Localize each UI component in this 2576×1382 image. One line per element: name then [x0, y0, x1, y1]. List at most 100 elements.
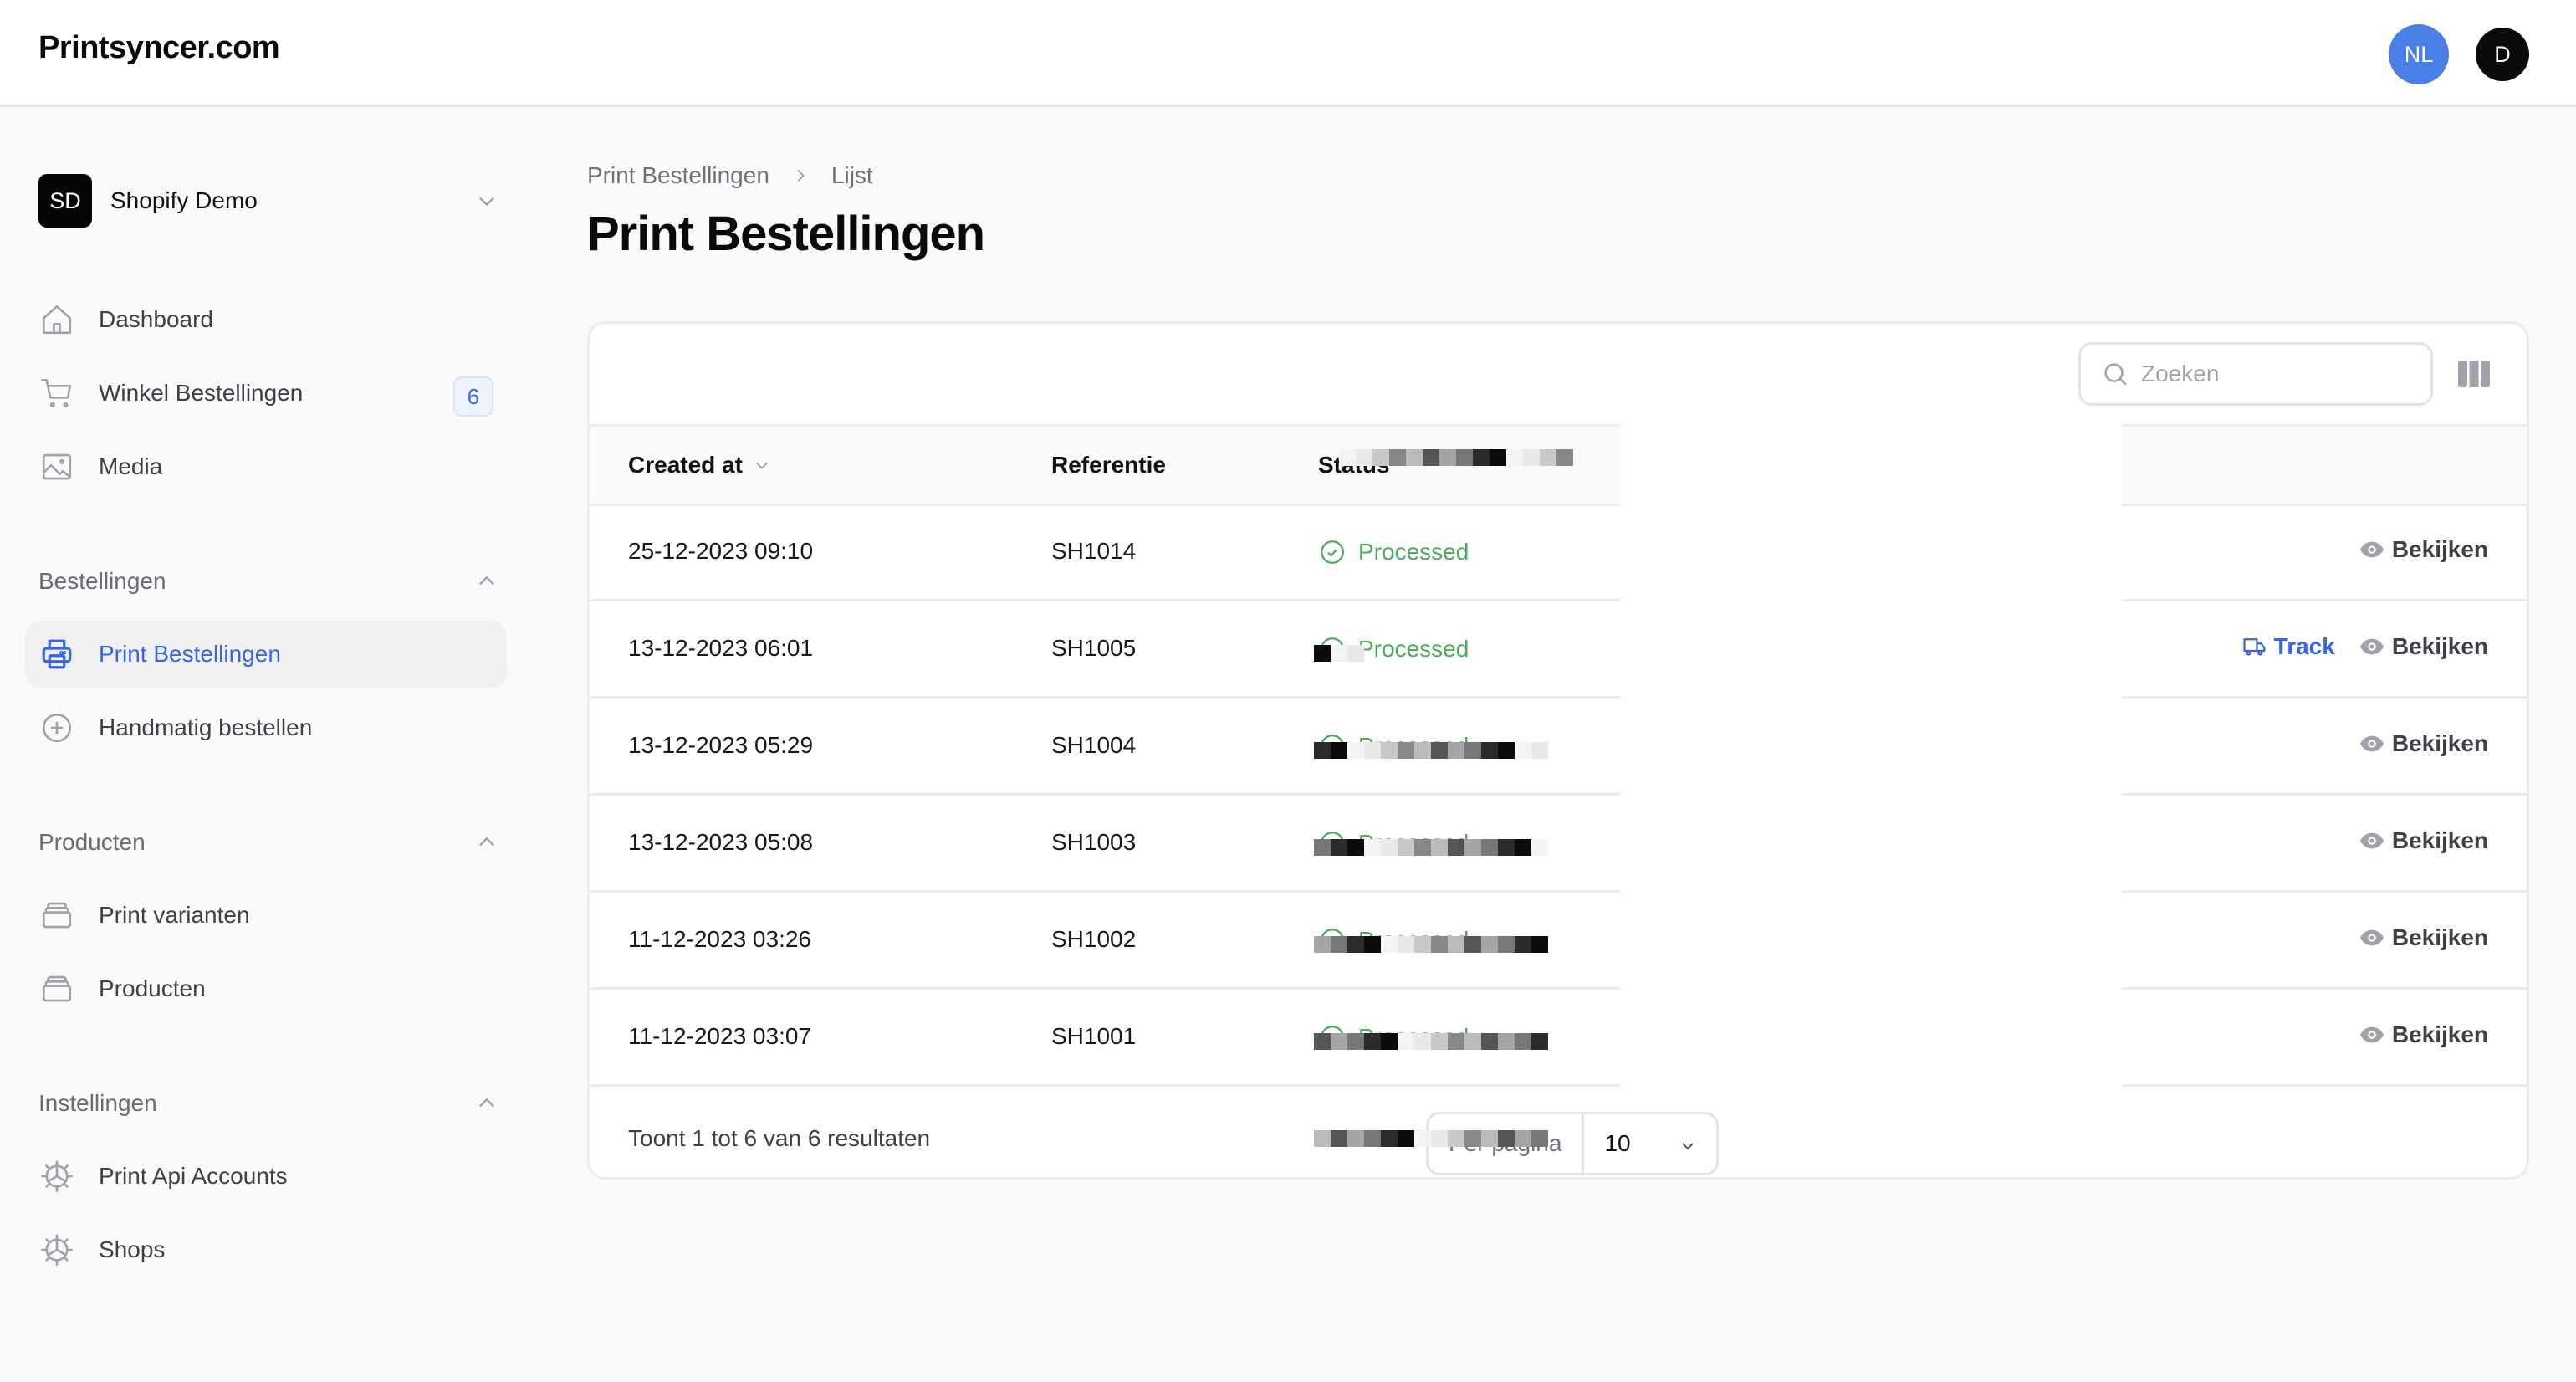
- table-row: 11-12-2023 03:07SH1001ProcessedBekijken: [590, 991, 2527, 1087]
- eye-icon: [2359, 638, 2384, 655]
- shop-avatar: SD: [38, 174, 92, 228]
- columns-toggle-icon[interactable]: [2458, 361, 2490, 387]
- column-header-created-at[interactable]: Created at: [628, 452, 771, 479]
- table-row: 25-12-2023 09:10 SH1014 Processed Bekijken: [590, 506, 2527, 601]
- language-avatar-label: NL: [2404, 41, 2434, 67]
- sidebar-group-label: Producten: [38, 829, 146, 855]
- view-button[interactable]: Bekijken: [2359, 924, 2488, 951]
- chevron-right-icon: [797, 169, 805, 182]
- home-icon: [38, 301, 75, 338]
- sidebar-group-instellingen[interactable]: Instellingen: [38, 1083, 498, 1124]
- sidebar-group-bestellingen[interactable]: Bestellingen: [38, 560, 498, 602]
- search-input[interactable]: [2141, 361, 2409, 387]
- reference-cell: SH1002: [1051, 926, 1137, 952]
- sidebar-item-label: Handmatig bestellen: [99, 714, 313, 740]
- results-summary: Toont 1 tot 6 van 6 resultaten: [628, 1125, 931, 1151]
- eye-icon: [2359, 541, 2384, 558]
- view-button[interactable]: Bekijken: [2359, 536, 2488, 563]
- search-field[interactable]: [2078, 342, 2433, 406]
- view-label: Bekijken: [2391, 1021, 2488, 1047]
- chevron-down-icon: [1682, 1143, 1694, 1150]
- reference-cell: SH1014: [1051, 538, 1137, 564]
- sidebar-item-label: Print Bestellingen: [99, 641, 281, 667]
- shop-name: Shopify Demo: [110, 187, 258, 213]
- view-button[interactable]: Bekijken: [2359, 633, 2488, 660]
- truck-icon: [2243, 638, 2266, 656]
- brand-logo[interactable]: Printsyncer.com: [38, 30, 280, 66]
- language-avatar[interactable]: NL: [2389, 24, 2449, 84]
- chevron-up-icon: [479, 1098, 494, 1108]
- eye-icon: [2359, 1026, 2384, 1043]
- sidebar-item-print-api-accounts[interactable]: Print Api Accounts: [25, 1143, 507, 1210]
- image-icon: [38, 448, 75, 485]
- table-row: 13-12-2023 05:29SH1004ProcessedBekijken: [590, 700, 2527, 796]
- per-page-select[interactable]: 10: [1584, 1114, 1716, 1173]
- cog-icon: [38, 1158, 75, 1195]
- sidebar-item-label: Shops: [99, 1236, 166, 1262]
- row-actions: Bekijken: [2359, 1021, 2488, 1048]
- sidebar-item-label: Media: [99, 453, 163, 479]
- sidebar-group-label: Bestellingen: [38, 568, 166, 594]
- view-button[interactable]: Bekijken: [2359, 1021, 2488, 1048]
- eye-icon: [2359, 929, 2384, 946]
- row-actions: Bekijken: [2359, 730, 2488, 757]
- eye-icon: [2359, 735, 2384, 752]
- sidebar-item-media[interactable]: Media: [25, 433, 507, 500]
- search-icon: [2104, 363, 2127, 386]
- cart-icon: [38, 375, 75, 412]
- row-actions: Bekijken: [2359, 827, 2488, 854]
- breadcrumb: Print Bestellingen Lijst: [587, 162, 873, 189]
- sidebar-item-producten[interactable]: Producten: [25, 955, 507, 1022]
- sidebar-item-shops[interactable]: Shops: [25, 1216, 507, 1283]
- view-label: Bekijken: [2391, 633, 2488, 659]
- created-at-cell: 11-12-2023 03:07: [628, 1023, 811, 1049]
- row-actions: Bekijken: [2359, 536, 2488, 563]
- sidebar-item-dashboard[interactable]: Dashboard: [25, 286, 507, 353]
- created-at-cell: 11-12-2023 03:26: [628, 926, 811, 952]
- sidebar-item-handmatig-bestellen[interactable]: Handmatig bestellen: [25, 694, 507, 761]
- shop-switcher[interactable]: SD Shopify Demo: [38, 174, 498, 228]
- table-row: 11-12-2023 03:26SH1002ProcessedBekijken: [590, 894, 2527, 990]
- sidebar-item-print-varianten[interactable]: Print varianten: [25, 882, 507, 949]
- track-label: Track: [2273, 633, 2335, 659]
- sidebar-item-label: Print Api Accounts: [99, 1163, 288, 1189]
- redacted-mosaic: [1314, 839, 1548, 856]
- view-label: Bekijken: [2391, 924, 2488, 950]
- view-button[interactable]: Bekijken: [2359, 827, 2488, 854]
- cog-icon: [38, 1231, 75, 1268]
- sidebar-item-label: Producten: [99, 975, 206, 1001]
- reference-cell: SH1001: [1051, 1023, 1137, 1049]
- chevron-up-icon: [479, 837, 494, 847]
- row-actions: Track Bekijken: [2242, 633, 2488, 660]
- printer-icon: [38, 636, 75, 673]
- status-label: Processed: [1358, 636, 1469, 662]
- redacted-mosaic: [1339, 449, 1573, 466]
- stack-icon: [38, 897, 75, 934]
- view-button[interactable]: Bekijken: [2359, 730, 2488, 757]
- status-label: Processed: [1358, 539, 1469, 565]
- per-page-value: 10: [1604, 1130, 1631, 1156]
- column-header-label: Created at: [628, 452, 743, 478]
- sidebar-item-print-bestellingen[interactable]: Print Bestellingen: [25, 621, 507, 688]
- breadcrumb-item[interactable]: Print Bestellingen: [587, 162, 769, 189]
- table-row: 13-12-2023 06:01 SH1005 Processed Track Beki…: [590, 603, 2527, 699]
- user-avatar[interactable]: D: [2476, 28, 2529, 81]
- count-badge: 6: [453, 376, 493, 417]
- sidebar-item-winkel-bestellingen[interactable]: Winkel Bestellingen 6: [25, 360, 507, 427]
- orders-table-card: Created at Referentie Status 25-12-2023 …: [587, 321, 2529, 1180]
- sidebar-item-label: Print varianten: [99, 902, 250, 928]
- sidebar-group-producten[interactable]: Producten: [38, 822, 498, 863]
- redacted-mosaic: [1314, 936, 1548, 953]
- table-row: 13-12-2023 05:08SH1003ProcessedBekijken: [590, 797, 2527, 893]
- created-at-cell: 13-12-2023 06:01: [628, 635, 814, 661]
- view-label: Bekijken: [2391, 827, 2488, 853]
- chevron-down-icon: [479, 197, 494, 207]
- track-button[interactable]: Track: [2242, 633, 2335, 660]
- sidebar-item-label: Dashboard: [99, 306, 213, 332]
- status-badge: Processed: [1318, 538, 1469, 566]
- row-actions: Bekijken: [2359, 924, 2488, 951]
- plus-circle-icon: [38, 709, 75, 746]
- user-avatar-label: D: [2494, 41, 2511, 67]
- created-at-cell: 13-12-2023 05:29: [628, 732, 814, 758]
- redacted-mosaic: [1314, 1033, 1548, 1050]
